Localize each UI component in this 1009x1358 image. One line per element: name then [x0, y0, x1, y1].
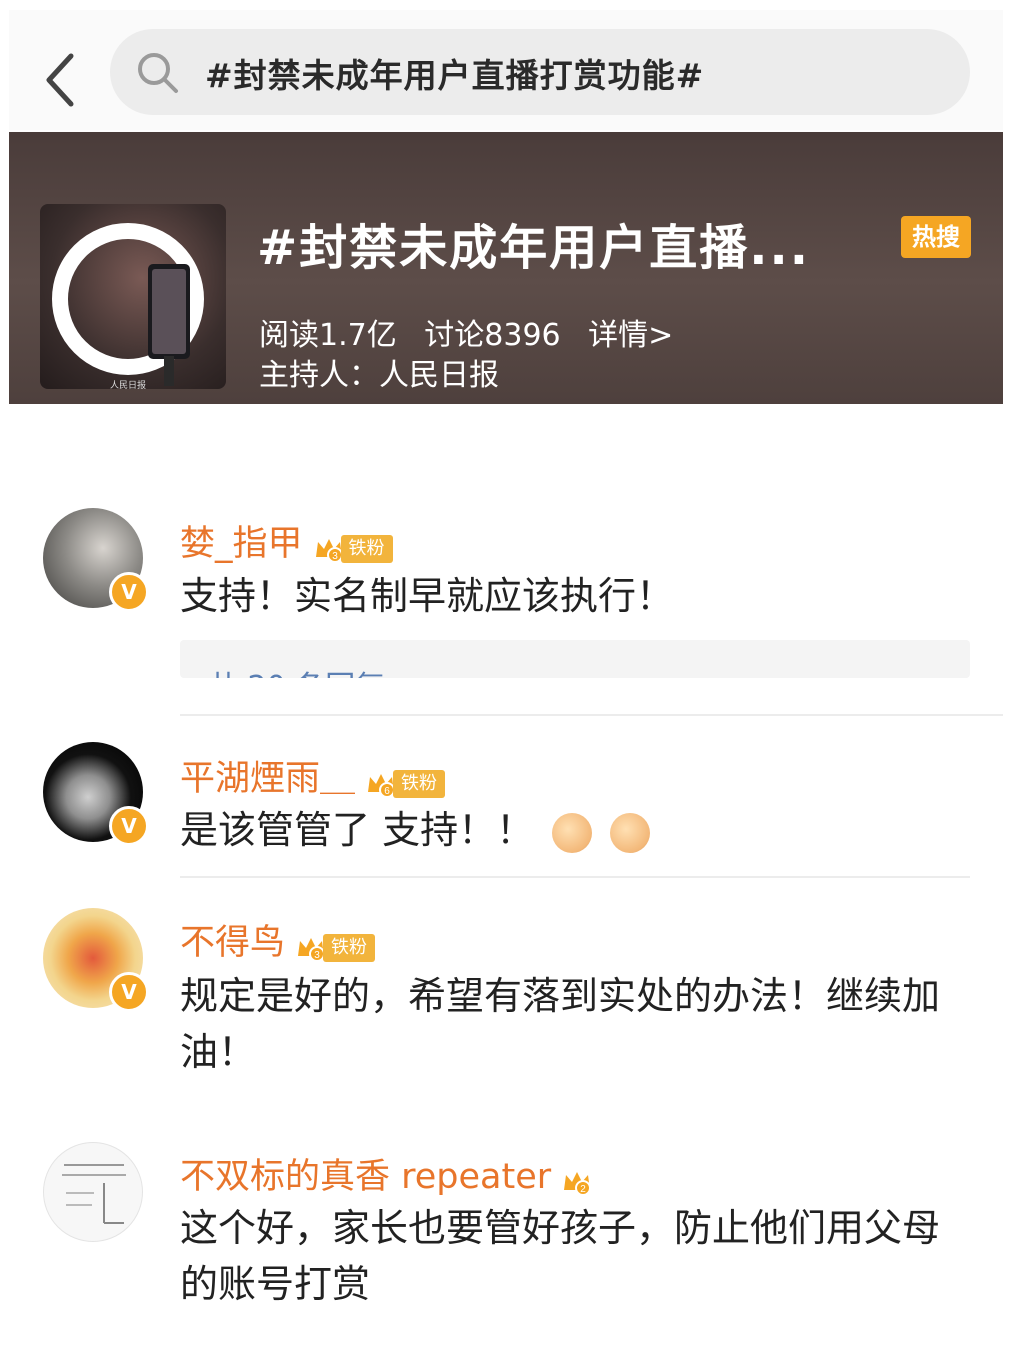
notes-image — [62, 1164, 126, 1224]
fan-badge: 3 铁粉 — [295, 927, 376, 962]
username[interactable]: 不双标的真香 repeater 2 — [180, 1148, 593, 1199]
fist-emoji-icon — [610, 812, 651, 853]
verified-v-icon: V — [109, 806, 149, 846]
crown-icon: 2 — [564, 1172, 592, 1196]
svg-text:3: 3 — [332, 551, 338, 562]
fan-badge: 2 — [561, 1161, 593, 1196]
svg-text:3: 3 — [314, 950, 320, 961]
search-icon — [138, 53, 178, 93]
search-query-text: #封禁未成年用户直播打赏功能# — [205, 56, 705, 95]
discussion-count: 讨论8396 — [424, 318, 561, 353]
username[interactable]: 平湖煙雨＿ 6 铁粉 — [180, 750, 446, 801]
fan-badge: 6 铁粉 — [365, 763, 446, 798]
comment-text: 是该管管了 支持！！ — [180, 802, 970, 858]
avatar[interactable]: V — [43, 742, 149, 846]
divider — [180, 876, 970, 878]
thumb-caption: 人民日报 — [110, 379, 146, 389]
topic-host: 主持人：人民日报 — [259, 358, 499, 393]
fist-emoji-icon — [552, 812, 593, 853]
ring-light-image: 人民日报 — [52, 223, 204, 389]
topic-stats: 阅读1.7亿 讨论8396 详情> — [259, 310, 691, 354]
back-chevron-icon[interactable] — [41, 50, 81, 110]
divider — [180, 714, 1003, 716]
details-link[interactable]: 详情> — [588, 318, 673, 353]
reply-count-link[interactable]: 共 20 条回复 — [180, 640, 970, 678]
avatar[interactable]: V — [43, 908, 149, 1012]
fan-badge: 3 铁粉 — [313, 528, 393, 563]
topic-banner[interactable]: 人民日报 #封禁未成年用户直播... 热搜 阅读1.7亿 讨论8396 详情> … — [9, 132, 1003, 404]
avatar[interactable] — [43, 1142, 143, 1242]
username[interactable]: 不得鸟 3 铁粉 — [180, 914, 376, 965]
topic-thumbnail: 人民日报 — [40, 204, 226, 389]
hot-search-badge: 热搜 — [901, 216, 971, 258]
username[interactable]: 婪_指甲 3 铁粉 — [180, 515, 393, 566]
avatar[interactable]: V — [43, 508, 149, 612]
top-bar: #封禁未成年用户直播打赏功能# — [9, 10, 1003, 130]
verified-v-icon: V — [109, 572, 149, 612]
read-count: 阅读1.7亿 — [259, 318, 397, 353]
comment-text: 支持！实名制早就应该执行！ — [180, 574, 675, 618]
verified-v-icon: V — [109, 972, 149, 1012]
search-field[interactable]: #封禁未成年用户直播打赏功能# — [110, 29, 970, 115]
crown-icon: 3 — [315, 539, 343, 563]
svg-text:2: 2 — [580, 1184, 586, 1195]
comment-text: 这个好，家长也要管好孩子，防止他们用父母的账号打赏 — [180, 1206, 941, 1306]
comment-text: 规定是好的，希望有落到实处的办法！继续加油！ — [180, 974, 941, 1074]
topic-title: #封禁未成年用户直播... — [257, 220, 810, 276]
svg-text:6: 6 — [384, 786, 390, 797]
